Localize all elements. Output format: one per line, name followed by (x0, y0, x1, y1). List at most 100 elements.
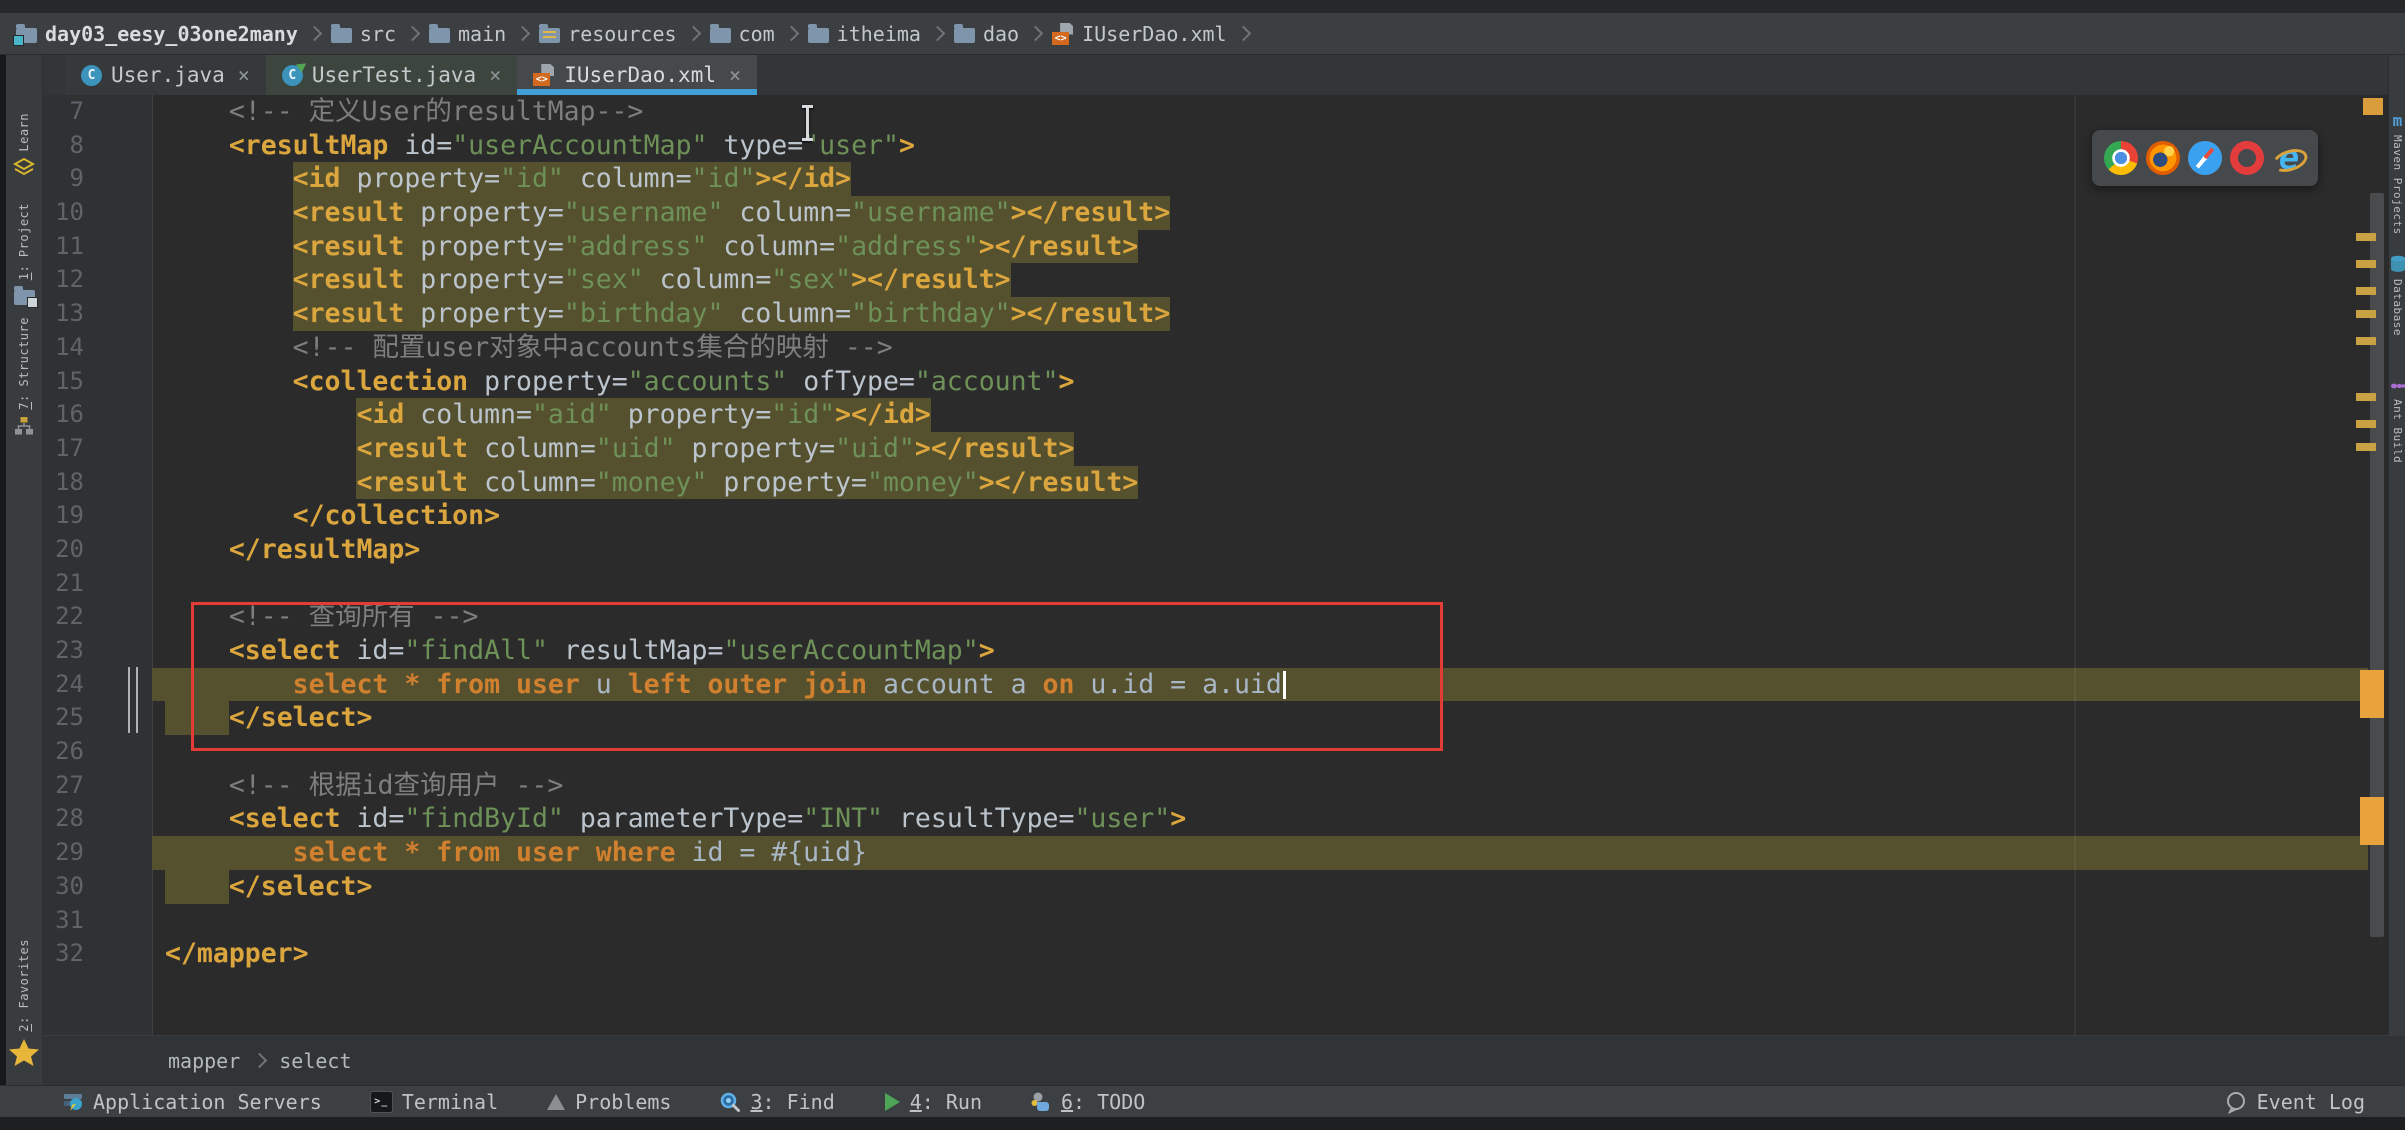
tool-window-button-database[interactable]: Database (2389, 255, 2405, 336)
error-stripe-mark (2356, 260, 2376, 268)
code-token: "address" (835, 230, 979, 264)
code-token: ></result> (1011, 297, 1171, 331)
code-text[interactable]: <result column="money" property="money">… (152, 466, 2368, 500)
breadcrumb-item[interactable]: day03_eesy_03one2many (16, 22, 298, 46)
code-token: "birthday" (564, 297, 724, 331)
code-token: property= (707, 466, 867, 500)
error-stripe-mark (2356, 443, 2376, 451)
ie-icon[interactable]: e (2272, 141, 2306, 175)
mnemonic-digit: 7 (17, 402, 31, 410)
maven-icon: m (2393, 113, 2403, 129)
code-text[interactable]: <result column="uid" property="uid"></re… (152, 432, 2368, 466)
error-stripe-mark (2356, 287, 2376, 295)
breadcrumb-item[interactable]: main (429, 22, 506, 46)
breadcrumb-item[interactable]: <>IUserDao.xml (1052, 22, 1227, 46)
breadcrumb-item[interactable]: com (710, 22, 775, 46)
navigation-breadcrumb-bar: day03_eesy_03one2many src main resources com… (0, 13, 2405, 55)
folder-icon (808, 24, 829, 43)
code-token: property= (676, 432, 836, 466)
code-token: "accounts" (628, 365, 788, 399)
line-number: 10 (42, 196, 152, 230)
code-text[interactable]: <id property="id" column="id"></id> (152, 162, 2368, 196)
gutter-change-marker (136, 667, 138, 733)
tool-window-button-favorites[interactable]: 2: Favorites (6, 939, 42, 1066)
code-token: property= (404, 196, 564, 230)
code-token: "id" (771, 398, 835, 432)
tool-window-button-project[interactable]: 1: Project (6, 203, 42, 305)
label: Ant Build (2392, 399, 2403, 463)
editor-tab-bar: CUser.java×CUserTest.java×<>IUserDao.xml… (42, 55, 2405, 95)
code-text[interactable]: <result property="birthday" column="birt… (152, 297, 2368, 331)
error-stripe-caret-mark (2360, 670, 2384, 718)
status-button-find[interactable]: 3: Find (719, 1090, 834, 1114)
code-text[interactable]: select * from user where id = #{uid} (152, 836, 2368, 870)
code-text[interactable]: <resultMap id="userAccountMap" type="use… (152, 129, 2368, 163)
tool-window-button-antbuild[interactable]: Ant Build (2389, 379, 2405, 463)
status-button-problems[interactable]: Problems (546, 1090, 671, 1114)
error-stripe-mark (2356, 393, 2376, 401)
code-line-13: 13 <result property="birthday" column="b… (42, 297, 2368, 331)
status-button-eventlog[interactable]: Event Log (2224, 1090, 2365, 1114)
tool-window-button-mavenprojects[interactable]: m Maven Projects (2389, 113, 2405, 235)
breadcrumb-label: day03_eesy_03one2many (45, 22, 298, 46)
code-text[interactable]: <result property="username" column="user… (152, 196, 2368, 230)
code-text[interactable]: </collection> (152, 499, 2368, 533)
code-token (165, 533, 229, 567)
breadcrumb-item[interactable]: src (331, 22, 396, 46)
tab-iuserdao-xml[interactable]: <>IUserDao.xml× (517, 55, 757, 95)
code-text[interactable] (152, 904, 2368, 938)
opera-icon[interactable] (2230, 141, 2264, 175)
status-button-terminal[interactable]: >_Terminal (370, 1090, 498, 1114)
chrome-icon[interactable] (2104, 141, 2138, 175)
status-button-todo[interactable]: 6: TODO (1030, 1090, 1145, 1114)
breadcrumb-label: resources (568, 22, 676, 46)
label: : Run (922, 1090, 982, 1114)
tool-window-button-learn[interactable]: Learn (6, 113, 42, 176)
code-editor[interactable]: 7 <!-- 定义User的resultMap-->8 <resultMap i… (42, 95, 2388, 1035)
code-text[interactable]: <!-- 定义User的resultMap--> (152, 95, 2368, 129)
code-text[interactable]: </select> (152, 870, 2368, 904)
code-text[interactable]: </resultMap> (152, 533, 2368, 567)
safari-icon[interactable] (2188, 141, 2222, 175)
tab-user-java[interactable]: CUser.java× (65, 55, 266, 95)
line-number: 12 (42, 263, 152, 297)
code-text[interactable]: <collection property="accounts" ofType="… (152, 365, 2368, 399)
code-text[interactable]: <result property="sex" column="sex"></re… (152, 263, 2368, 297)
breadcrumb-item[interactable]: dao (954, 22, 1019, 46)
code-text[interactable]: </mapper> (152, 937, 2368, 971)
line-number: 15 (42, 365, 152, 399)
line-number: 29 (42, 836, 152, 870)
status-button-applicationservers[interactable]: Application Servers (62, 1090, 322, 1114)
code-token: column= (564, 162, 692, 196)
code-text[interactable]: <select id="findById" parameterType="INT… (152, 802, 2368, 836)
tag-breadcrumb-item[interactable]: mapper (168, 1049, 240, 1073)
code-token: ></id> (755, 162, 851, 196)
window-top-strip (0, 0, 2405, 14)
tab-usertest-java[interactable]: CUserTest.java× (266, 55, 517, 95)
code-text[interactable] (152, 567, 2368, 601)
label: Maven Projects (2392, 135, 2403, 235)
firefox-icon[interactable] (2146, 141, 2180, 175)
code-token: column= (404, 398, 532, 432)
breadcrumb-item[interactable]: resources (539, 22, 676, 46)
code-token: "account" (915, 365, 1059, 399)
code-text[interactable]: <!-- 配置user对象中accounts集合的映射 --> (152, 331, 2368, 365)
inspection-indicator[interactable] (2363, 98, 2383, 115)
close-icon[interactable]: × (489, 65, 501, 85)
code-text[interactable]: <result property="address" column="addre… (152, 230, 2368, 264)
status-button-run[interactable]: 4: Run (883, 1090, 982, 1114)
line-number: 32 (42, 937, 152, 971)
tag-breadcrumb-item[interactable]: select (279, 1049, 351, 1073)
label-with-mnemonic: 6: TODO (1061, 1090, 1145, 1114)
code-line-10: 10 <result property="username" column="u… (42, 196, 2368, 230)
code-text[interactable]: <id column="aid" property="id"></id> (152, 398, 2368, 432)
code-token: "money" (596, 466, 708, 500)
code-token (165, 196, 293, 230)
breadcrumb-item[interactable]: itheima (808, 22, 921, 46)
code-text[interactable]: <!-- 根据id查询用户 --> (152, 769, 2368, 803)
tool-window-button-structure[interactable]: 7: Structure (6, 317, 42, 436)
code-token: ></result> (1011, 196, 1171, 230)
close-icon[interactable]: × (729, 65, 741, 85)
folder-icon (954, 24, 975, 43)
close-icon[interactable]: × (238, 65, 250, 85)
